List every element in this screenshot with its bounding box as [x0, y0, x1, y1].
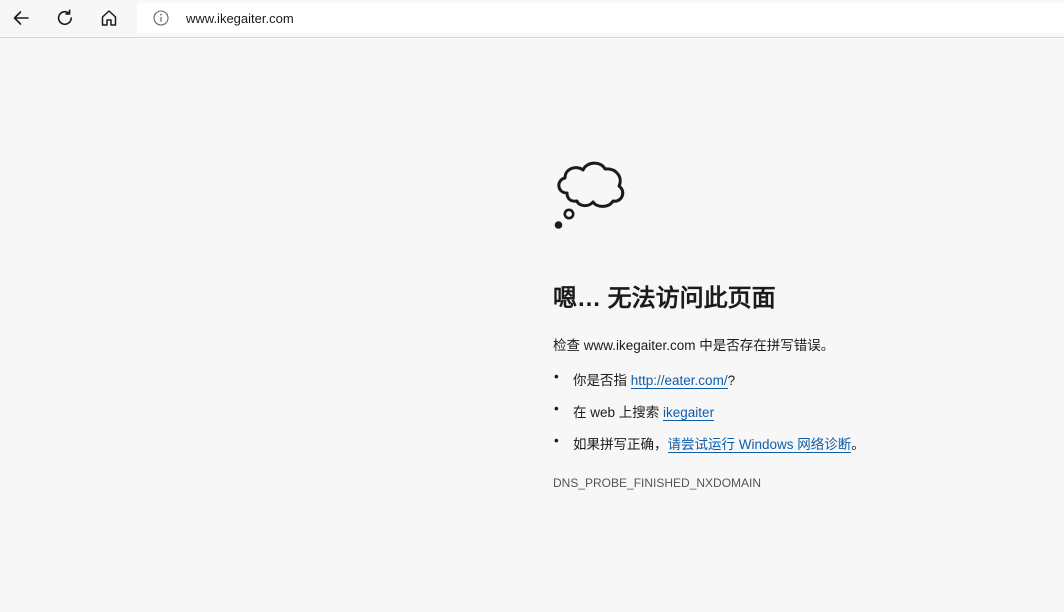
- back-button[interactable]: [6, 4, 36, 32]
- refresh-icon: [57, 9, 72, 26]
- browser-toolbar: www.ikegaiter.com: [0, 0, 1064, 38]
- url-text[interactable]: www.ikegaiter.com: [186, 11, 294, 26]
- suggestion-search-web: • 在 web 上搜索 ikegaiter: [553, 401, 865, 433]
- suggestion-did-you-mean: • 你是否指 http://eater.com/?: [553, 369, 865, 401]
- home-icon: [101, 10, 117, 26]
- suggestion-network-diagnostics: • 如果拼写正确，请尝试运行 Windows 网络诊断。: [553, 433, 865, 465]
- suggestion-prefix: 如果拼写正确，: [573, 437, 668, 452]
- web-search-link[interactable]: ikegaiter: [663, 405, 715, 421]
- address-bar[interactable]: www.ikegaiter.com: [137, 3, 1064, 33]
- suggested-url-link[interactable]: http://eater.com/: [630, 373, 728, 389]
- bullet: •: [554, 401, 559, 416]
- error-heading: 嗯… 无法访问此页面: [553, 285, 776, 312]
- suggestion-prefix: 在 web 上搜索: [573, 405, 664, 420]
- thought-cloud-icon: [554, 161, 625, 229]
- bullet: •: [554, 433, 559, 448]
- bullet: •: [554, 369, 559, 384]
- suggestion-suffix: ?: [727, 373, 736, 388]
- spelling-check-text: 检查 www.ikegaiter.com 中是否存在拼写错误。: [553, 338, 835, 353]
- suggestion-prefix: 你是否指: [573, 373, 631, 388]
- info-icon[interactable]: [153, 10, 169, 26]
- back-arrow-icon: [13, 11, 29, 25]
- home-button[interactable]: [94, 4, 124, 32]
- suggestion-suffix: 。: [851, 437, 865, 452]
- error-code: DNS_PROBE_FINISHED_NXDOMAIN: [553, 476, 762, 490]
- network-diagnostics-link[interactable]: 请尝试运行 Windows 网络诊断: [667, 437, 852, 453]
- refresh-button[interactable]: [50, 4, 80, 32]
- suggestion-list: • 你是否指 http://eater.com/? • 在 web 上搜索 ik…: [553, 369, 865, 465]
